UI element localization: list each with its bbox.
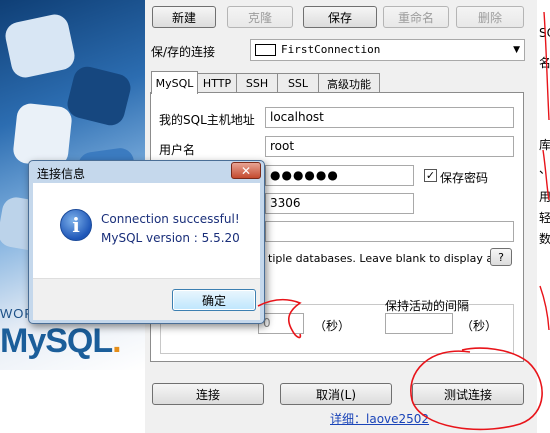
cancel-button[interactable]: 取消(L) [280, 383, 392, 405]
save-password-checkbox[interactable]: ✓ [424, 169, 437, 182]
ok-button[interactable]: 确定 [172, 289, 256, 311]
connection-color-swatch [255, 44, 276, 56]
tab-ssh[interactable]: SSH [236, 73, 278, 93]
background-text-fragment: 名 [539, 56, 550, 70]
port-input[interactable]: 3306 [265, 193, 414, 214]
dialog-body: i Connection successful! MySQL version :… [33, 183, 260, 320]
dialog-title: 连接信息 [37, 167, 86, 181]
rename-button[interactable]: 重命名 [383, 6, 449, 28]
keepalive-unit-label: （秒） [461, 319, 498, 333]
puzzle-piece-icon [2, 11, 78, 81]
background-window-edge: SQ 名 库 、 用 轻 数 [537, 0, 550, 433]
background-text-fragment: 、 [539, 162, 550, 176]
timeout-unit-label: （秒） [314, 319, 351, 333]
connect-button[interactable]: 连接 [152, 383, 264, 405]
background-text-fragment: 轻 [539, 211, 550, 225]
puzzle-piece-icon [12, 102, 73, 168]
tab-ssl[interactable]: SSL [277, 73, 319, 93]
info-icon: i [60, 209, 92, 241]
background-text-fragment: 用 [539, 190, 550, 204]
keepalive-label: 保持活动的间隔 [385, 299, 470, 313]
dialog-message-line2: MySQL version : 5.5.20 [101, 231, 240, 245]
mysql-logo-text: MySQL [0, 322, 113, 360]
new-button[interactable]: 新建 [152, 6, 216, 28]
password-input[interactable]: ●●●●●● [265, 165, 414, 186]
connection-name-value: FirstConnection [281, 43, 381, 56]
tab-advanced[interactable]: 高级功能 [318, 73, 380, 93]
username-input[interactable]: root [265, 136, 514, 157]
test-connection-button[interactable]: 测试连接 [412, 383, 524, 405]
saved-connection-select[interactable]: FirstConnection ▼ [250, 39, 525, 61]
dropdown-arrow-icon: ▼ [513, 45, 520, 55]
host-label: 我的SQL主机地址 [159, 113, 255, 127]
database-hint: tiple databases. Leave blank to display … [268, 252, 504, 265]
host-input[interactable]: localhost [265, 107, 514, 128]
clone-button[interactable]: 克隆 [227, 6, 293, 28]
background-text-fragment: 数 [539, 232, 550, 246]
background-text-fragment: 库 [539, 138, 550, 152]
dialog-message-line1: Connection successful! [101, 212, 240, 226]
tab-http[interactable]: HTTP [197, 73, 237, 93]
puzzle-piece-icon [64, 63, 134, 129]
mysql-logo-dot: . [112, 322, 122, 360]
mysql-logo: MySQL. [0, 322, 122, 361]
username-label: 用户名 [159, 143, 196, 157]
close-icon[interactable]: ✕ [231, 162, 261, 179]
database-input[interactable] [265, 221, 514, 242]
background-text-fragment: SQ [539, 26, 550, 40]
connection-info-dialog: 连接信息 ✕ i Connection successful! MySQL ve… [28, 160, 265, 324]
save-button[interactable]: 保存 [303, 6, 377, 28]
tab-mysql[interactable]: MySQL [151, 71, 198, 94]
saved-connection-label: 保/存的连接 [151, 45, 216, 59]
save-password-label: 保存密码 [440, 171, 489, 185]
help-button[interactable]: ? [490, 248, 512, 266]
delete-button[interactable]: 删除 [456, 6, 524, 28]
author-link[interactable]: 详细：laove2502 [330, 410, 429, 427]
keepalive-input[interactable] [385, 313, 453, 334]
